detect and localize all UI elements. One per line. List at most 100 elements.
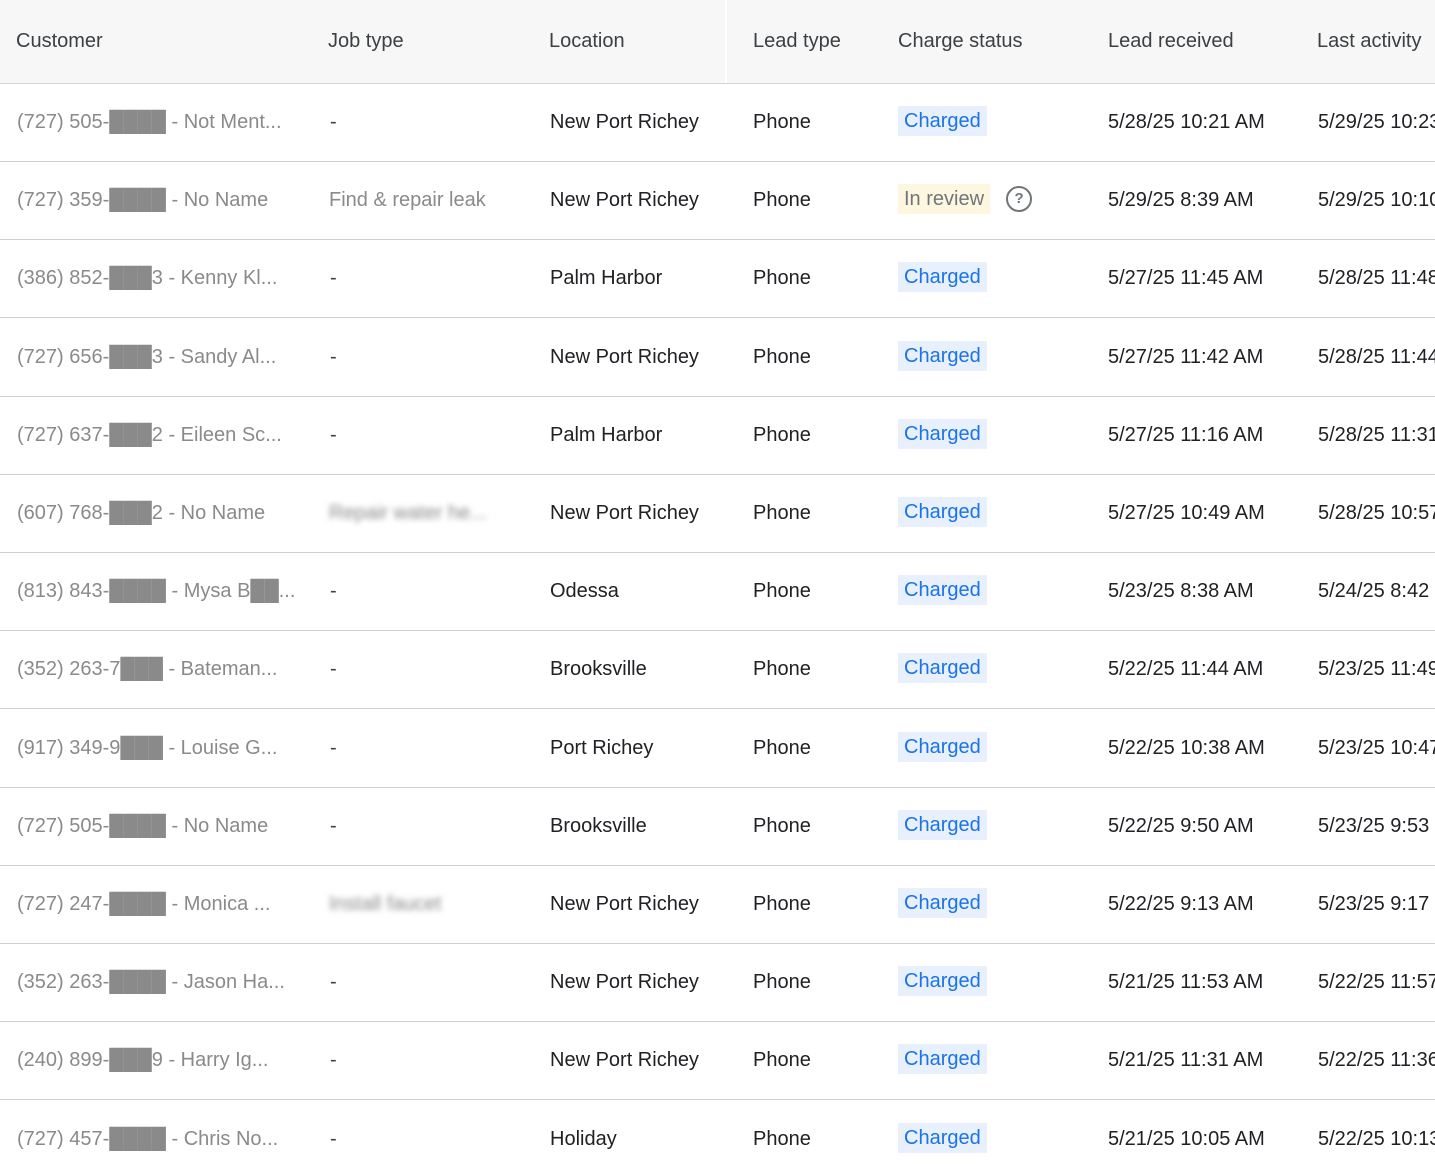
table-row[interactable]: (727) 656-███3 - Sandy Al... - New Port Ri… [0, 319, 1435, 397]
charge-status-cell: Charged [898, 319, 1088, 396]
job-type-cell: Find & repair leak [329, 189, 486, 211]
lead-type-cell: Phone [753, 1128, 811, 1150]
job-type-cell: - [330, 267, 337, 289]
table-row[interactable]: (727) 247-████ - Monica ... Install fauce… [0, 866, 1435, 944]
location-cell: New Port Richey [550, 1049, 699, 1071]
lead-received-cell: 5/21/25 10:05 AM [1108, 1128, 1265, 1150]
table-row[interactable]: (386) 852-███3 - Kenny Kl... - Palm Harbor… [0, 240, 1435, 318]
location-cell: Holiday [550, 1128, 617, 1150]
customer-cell[interactable]: (352) 263-████ - Jason Ha... [17, 944, 307, 1021]
column-header-lead-type[interactable]: Lead type [753, 0, 841, 83]
location-cell: New Port Richey [550, 502, 699, 524]
lead-received-cell: 5/23/25 8:38 AM [1108, 580, 1254, 602]
column-header-lead-received[interactable]: Lead received [1108, 0, 1234, 83]
lead-type-cell: Phone [753, 815, 811, 837]
table-row[interactable]: (727) 505-████ - No Name - Brooksville Phon… [0, 788, 1435, 866]
lead-type-cell: Phone [753, 893, 811, 915]
charge-status-cell: Charged [898, 240, 1088, 317]
customer-cell[interactable]: (727) 505-████ - Not Ment... [17, 84, 307, 161]
lead-received-cell: 5/22/25 9:13 AM [1108, 893, 1254, 915]
customer-cell[interactable]: (240) 899-███9 - Harry Ig... [17, 1022, 307, 1099]
status-badge: Charged [898, 574, 987, 605]
table-row[interactable]: (727) 457-████ - Chris No... - Holiday Phon… [0, 1101, 1435, 1172]
customer-cell[interactable]: (727) 637-███2 - Eileen Sc... [17, 397, 307, 474]
last-activity-cell: 5/22/25 11:36 [1318, 1049, 1435, 1071]
last-activity-cell: 5/22/25 10:13 [1318, 1128, 1435, 1150]
lead-type-cell: Phone [753, 267, 811, 289]
charge-status-cell: Charged [898, 84, 1088, 161]
customer-cell[interactable]: (917) 349-9███ - Louise G... [17, 710, 307, 787]
column-header-customer[interactable]: Customer [16, 0, 103, 83]
column-header-charge-status[interactable]: Charge status [898, 0, 1023, 83]
location-cell: New Port Richey [550, 893, 699, 915]
charge-status-cell: Charged [898, 788, 1088, 865]
customer-cell[interactable]: (727) 457-████ - Chris No... [17, 1101, 307, 1172]
lead-received-cell: 5/22/25 10:38 AM [1108, 737, 1265, 759]
lead-type-cell: Phone [753, 424, 811, 446]
last-activity-cell: 5/28/25 11:48 [1318, 267, 1435, 289]
column-header-job-type[interactable]: Job type [328, 0, 404, 83]
location-cell: New Port Richey [550, 971, 699, 993]
table-row[interactable]: (352) 263-████ - Jason Ha... - New Port Ri… [0, 944, 1435, 1022]
lead-received-cell: 5/29/25 8:39 AM [1108, 189, 1254, 211]
question-circle-icon[interactable]: ? [1006, 185, 1033, 212]
status-badge: Charged [898, 1122, 987, 1153]
customer-cell[interactable]: (352) 263-7███ - Bateman... [17, 631, 307, 708]
lead-type-cell: Phone [753, 111, 811, 133]
last-activity-cell: 5/28/25 10:57 [1318, 502, 1435, 524]
table-row[interactable]: (917) 349-9███ - Louise G... - Port Richey… [0, 710, 1435, 788]
customer-cell[interactable]: (727) 359-████ - No Name [17, 162, 307, 239]
location-cell: Palm Harbor [550, 424, 663, 446]
column-header-last-activity[interactable]: Last activity [1317, 0, 1421, 83]
last-activity-cell: 5/28/25 11:31 [1318, 424, 1435, 446]
column-header-location[interactable]: Location [549, 0, 625, 83]
leads-table: Customer Job type Location Lead type Cha… [0, 0, 1435, 1172]
table-row[interactable]: (813) 843-████ - Mysa B██... - Odessa Phone… [0, 553, 1435, 631]
last-activity-cell: 5/23/25 9:17 [1318, 893, 1430, 915]
location-cell: Odessa [550, 580, 619, 602]
table-row[interactable]: (607) 768-███2 - No Name Repair water he.… [0, 475, 1435, 553]
table-row[interactable]: (727) 359-████ - No Name Find & repair le… [0, 162, 1435, 240]
charge-status-cell: Charged [898, 397, 1088, 474]
table-row[interactable]: (352) 263-7███ - Bateman... - Brooksville P… [0, 631, 1435, 709]
customer-cell[interactable]: (607) 768-███2 - No Name [17, 475, 307, 552]
column-divider [725, 0, 727, 83]
charge-status-cell: Charged [898, 710, 1088, 787]
last-activity-cell: 5/28/25 11:44 [1318, 346, 1435, 368]
job-type-cell: - [330, 971, 337, 993]
table-row[interactable]: (727) 505-████ - Not Ment... - New Port Ri… [0, 84, 1435, 162]
last-activity-cell: 5/29/25 10:23 [1318, 111, 1435, 133]
table-row[interactable]: (727) 637-███2 - Eileen Sc... - Palm Harbo… [0, 397, 1435, 475]
lead-type-cell: Phone [753, 346, 811, 368]
status-badge: Charged [898, 965, 987, 996]
lead-received-cell: 5/27/25 11:16 AM [1108, 424, 1264, 446]
status-badge: Charged [898, 105, 987, 136]
customer-cell[interactable]: (727) 656-███3 - Sandy Al... [17, 319, 307, 396]
status-badge: Charged [898, 340, 987, 371]
table-row[interactable]: (240) 899-███9 - Harry Ig... - New Port Ri… [0, 1022, 1435, 1100]
last-activity-cell: 5/29/25 10:10 [1318, 189, 1435, 211]
job-type-cell: - [330, 737, 337, 759]
lead-received-cell: 5/22/25 9:50 AM [1108, 815, 1254, 837]
lead-received-cell: 5/21/25 11:53 AM [1108, 971, 1264, 993]
job-type-cell: - [330, 346, 337, 368]
job-type-cell: - [330, 1128, 337, 1150]
location-cell: New Port Richey [550, 111, 699, 133]
last-activity-cell: 5/23/25 9:53 [1318, 815, 1430, 837]
charge-status-cell: Charged [898, 553, 1088, 630]
status-badge: Charged [898, 418, 987, 449]
charge-status-cell: Charged [898, 944, 1088, 1021]
customer-cell[interactable]: (813) 843-████ - Mysa B██... [17, 553, 307, 630]
lead-received-cell: 5/22/25 11:44 AM [1108, 658, 1264, 680]
location-cell: New Port Richey [550, 189, 699, 211]
job-type-cell: Repair water he... [329, 502, 487, 524]
customer-cell[interactable]: (727) 247-████ - Monica ... [17, 866, 307, 943]
customer-cell[interactable]: (727) 505-████ - No Name [17, 788, 307, 865]
lead-received-cell: 5/28/25 10:21 AM [1108, 111, 1265, 133]
charge-status-cell: Charged [898, 1022, 1088, 1099]
lead-type-cell: Phone [753, 502, 811, 524]
charge-status-cell: Charged [898, 866, 1088, 943]
location-cell: New Port Richey [550, 346, 699, 368]
customer-cell[interactable]: (386) 852-███3 - Kenny Kl... [17, 240, 307, 317]
lead-type-cell: Phone [753, 580, 811, 602]
